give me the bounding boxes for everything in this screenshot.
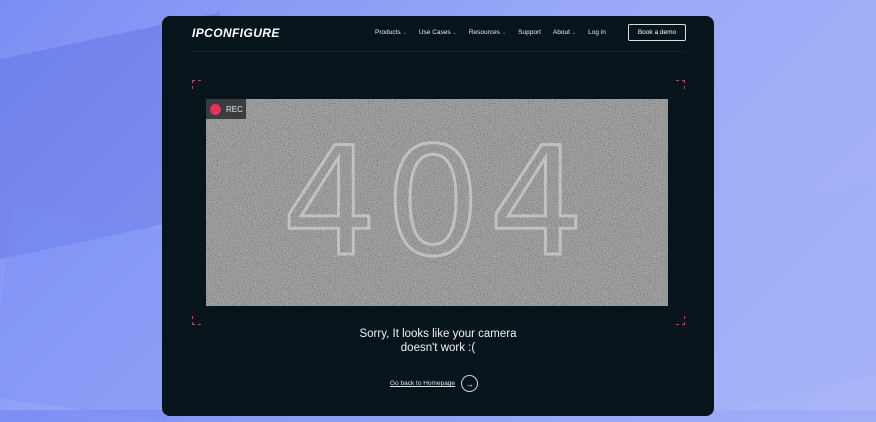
nav-item-products[interactable]: Products ⌄: [375, 29, 407, 36]
record-dot-icon: [210, 103, 221, 115]
error-message-line: doesn't work :(: [400, 342, 476, 354]
rec-label: REC: [226, 104, 243, 114]
nav-menu: Products ⌄ Use Cases ⌄ Resources ⌄ Suppo…: [375, 29, 618, 36]
brand-logo[interactable]: IPCONFIGURE: [192, 26, 280, 40]
chevron-down-icon: ⌄: [571, 29, 577, 36]
error-code-404: 404: [280, 114, 593, 291]
nav-item-label: Products: [375, 29, 401, 36]
back-to-homepage-link[interactable]: Go back to Homepage: [390, 380, 455, 387]
nav-item-label: Support: [518, 29, 541, 36]
nav-item-label: Log in: [588, 29, 606, 36]
nav-item-use-cases[interactable]: Use Cases ⌄: [419, 29, 457, 36]
viewfinder-corner: [192, 80, 201, 89]
nav-item-support[interactable]: Support: [518, 29, 541, 36]
nav-item-resources[interactable]: Resources ⌄: [469, 29, 506, 36]
error-message: Sorry, It looks like your camera doesn't…: [312, 327, 564, 355]
browser-window: IPCONFIGURE Products ⌄ Use Cases ⌄ Resou…: [162, 16, 714, 416]
nav-item-log-in[interactable]: Log in: [588, 29, 606, 36]
rec-indicator: REC: [206, 99, 246, 119]
viewfinder-corner: [192, 316, 201, 325]
nav-item-label: Use Cases: [418, 29, 451, 36]
camera-static-screen: 404 REC: [206, 99, 668, 306]
viewfinder-corner: [676, 80, 685, 89]
chevron-down-icon: ⌄: [452, 29, 457, 36]
arrow-right-icon[interactable]: →: [461, 375, 479, 392]
error-message-line: Sorry, It looks like your camera: [359, 328, 517, 340]
top-navigation: IPCONFIGURE Products ⌄ Use Cases ⌄ Resou…: [162, 16, 714, 52]
nav-item-label: Resources: [468, 29, 500, 36]
nav-item-label: About: [552, 29, 570, 36]
viewfinder-corner: [676, 316, 685, 325]
nav-divider: [192, 51, 684, 52]
nav-item-about[interactable]: About ⌄: [553, 29, 576, 36]
chevron-down-icon: ⌄: [402, 29, 407, 36]
back-to-homepage[interactable]: Go back to Homepage →: [390, 375, 479, 392]
chevron-down-icon: ⌄: [501, 29, 507, 36]
book-demo-button[interactable]: Book a demo: [628, 24, 686, 41]
